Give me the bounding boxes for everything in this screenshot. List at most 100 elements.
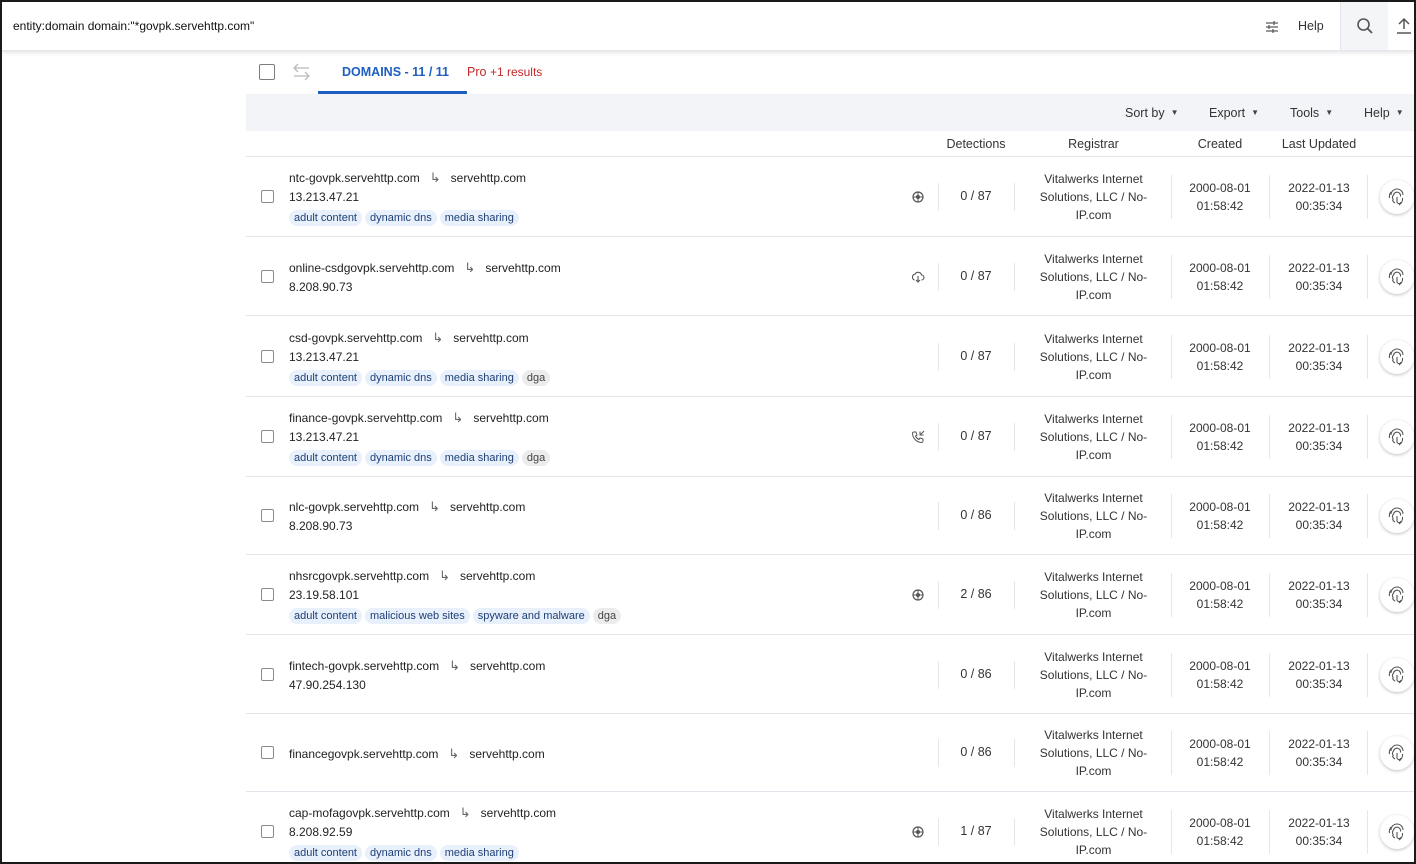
row-checkbox[interactable] — [261, 509, 274, 522]
tag-chip[interactable]: dynamic dns — [365, 370, 437, 386]
tag-chip[interactable]: adult content — [289, 370, 362, 386]
ip-address[interactable]: 8.208.90.73 — [289, 280, 352, 294]
ip-address[interactable]: 13.213.47.21 — [289, 190, 359, 204]
column-detections[interactable]: Detections — [938, 137, 1014, 151]
parent-domain-link[interactable]: servehttp.com — [473, 411, 548, 425]
parent-domain-link[interactable]: servehttp.com — [469, 747, 544, 761]
fingerprint-icon[interactable] — [1380, 499, 1414, 533]
detections-value[interactable]: 0 / 87 — [938, 349, 1014, 363]
table-row[interactable]: cap-mofagovpk.servehttp.com ↳ servehttp.co… — [246, 792, 1414, 862]
swap-arrows-icon[interactable] — [293, 62, 311, 82]
tag-chip[interactable]: dynamic dns — [365, 450, 437, 466]
help-link[interactable]: Help — [1298, 19, 1324, 33]
tag-chip[interactable]: media sharing — [439, 845, 519, 861]
fingerprint-icon[interactable] — [1380, 736, 1414, 770]
tag-chip[interactable]: adult content — [289, 450, 362, 466]
table-row[interactable]: nhsrcgovpk.servehttp.com ↳ servehttp.com 23… — [246, 555, 1414, 635]
column-last-updated[interactable]: Last Updated — [1272, 137, 1366, 151]
search-input[interactable]: entity:domain domain:"*govpk.servehttp.c… — [13, 19, 254, 33]
detections-value[interactable]: 1 / 87 — [938, 824, 1014, 838]
fingerprint-icon[interactable] — [1380, 578, 1414, 612]
table-row[interactable]: nlc-govpk.servehttp.com ↳ servehttp.com 8.2… — [246, 477, 1414, 555]
tools-dropdown[interactable]: Tools ▼ — [1290, 106, 1333, 120]
detections-value[interactable]: 0 / 86 — [938, 667, 1014, 681]
row-checkbox[interactable] — [261, 350, 274, 363]
parent-domain-link[interactable]: servehttp.com — [450, 500, 525, 514]
domain-link[interactable]: financegovpk.servehttp.com — [289, 747, 438, 761]
ip-address[interactable]: 23.19.58.101 — [289, 588, 359, 602]
results-tabs: DOMAINS - 11 / 11 Pro +1 results — [246, 51, 1414, 94]
fingerprint-icon[interactable] — [1380, 815, 1414, 849]
detections-value[interactable]: 0 / 86 — [938, 745, 1014, 759]
ip-address[interactable]: 13.213.47.21 — [289, 350, 359, 364]
row-checkbox[interactable] — [261, 746, 274, 759]
tag-chip[interactable]: dga — [521, 450, 551, 466]
tag-chip[interactable]: media sharing — [439, 370, 519, 386]
parent-domain-link[interactable]: servehttp.com — [460, 569, 535, 583]
parent-domain-link[interactable]: servehttp.com — [470, 659, 545, 673]
table-row[interactable]: csd-govpk.servehttp.com ↳ servehttp.com 13.… — [246, 316, 1414, 397]
export-dropdown[interactable]: Export ▼ — [1209, 106, 1259, 120]
fingerprint-icon[interactable] — [1380, 658, 1414, 692]
column-created[interactable]: Created — [1172, 137, 1268, 151]
row-checkbox[interactable] — [261, 430, 274, 443]
ip-address[interactable]: 8.208.92.59 — [289, 825, 352, 839]
domain-link[interactable]: csd-govpk.servehttp.com — [289, 331, 422, 345]
tab-domains[interactable]: DOMAINS - 11 / 11 — [318, 51, 467, 94]
updated-date: 2022-01-13 — [1288, 261, 1350, 275]
fingerprint-icon[interactable] — [1380, 180, 1414, 214]
ip-address[interactable]: 47.90.254.130 — [289, 678, 366, 692]
detections-value[interactable]: 0 / 86 — [938, 508, 1014, 522]
domain-link[interactable]: cap-mofagovpk.servehttp.com — [289, 806, 450, 820]
tag-chip[interactable]: media sharing — [439, 210, 519, 226]
domain-link[interactable]: finance-govpk.servehttp.com — [289, 411, 442, 425]
help-dropdown[interactable]: Help ▼ — [1364, 106, 1404, 120]
parent-domain-link[interactable]: servehttp.com — [485, 261, 560, 275]
table-row[interactable]: ntc-govpk.servehttp.com ↳ servehttp.com 13.… — [246, 157, 1414, 237]
upload-icon[interactable] — [1396, 17, 1412, 35]
parent-domain-link[interactable]: servehttp.com — [451, 171, 526, 185]
table-row[interactable]: online-csdgovpk.servehttp.com ↳ servehttp.… — [246, 237, 1414, 316]
tag-chip[interactable]: adult content — [289, 210, 362, 226]
table-row[interactable]: financegovpk.servehttp.com ↳ servehttp.com… — [246, 714, 1414, 792]
domain-link[interactable]: fintech-govpk.servehttp.com — [289, 659, 439, 673]
column-registrar[interactable]: Registrar — [1031, 137, 1156, 151]
row-checkbox[interactable] — [261, 190, 274, 203]
table-row[interactable]: fintech-govpk.servehttp.com ↳ servehttp.co… — [246, 635, 1414, 714]
ip-address[interactable]: 13.213.47.21 — [289, 430, 359, 444]
fingerprint-icon[interactable] — [1380, 260, 1414, 294]
ip-address[interactable]: 8.208.90.73 — [289, 519, 352, 533]
tag-chip[interactable]: malicious web sites — [365, 608, 470, 624]
domain-link[interactable]: nlc-govpk.servehttp.com — [289, 500, 419, 514]
parent-domain-link[interactable]: servehttp.com — [481, 806, 556, 820]
tag-chip[interactable]: dga — [521, 370, 551, 386]
fingerprint-icon[interactable] — [1380, 420, 1414, 454]
tag-chip[interactable]: dynamic dns — [365, 845, 437, 861]
sliders-icon[interactable] — [1264, 19, 1280, 35]
domain-link[interactable]: nhsrcgovpk.servehttp.com — [289, 569, 429, 583]
domain-link[interactable]: online-csdgovpk.servehttp.com — [289, 261, 454, 275]
parent-domain-link[interactable]: servehttp.com — [453, 331, 528, 345]
tag-chip[interactable]: adult content — [289, 845, 362, 861]
tag-chip[interactable]: adult content — [289, 608, 362, 624]
fingerprint-icon[interactable] — [1380, 340, 1414, 374]
detections-value[interactable]: 0 / 87 — [938, 269, 1014, 283]
export-label: Export — [1209, 106, 1246, 120]
select-all-checkbox[interactable] — [259, 64, 275, 80]
detections-value[interactable]: 2 / 86 — [938, 587, 1014, 601]
search-button[interactable] — [1340, 2, 1388, 50]
tab-pro-results[interactable]: Pro +1 results — [467, 65, 542, 79]
sort-by-dropdown[interactable]: Sort by ▼ — [1125, 106, 1179, 120]
detections-value[interactable]: 0 / 87 — [938, 189, 1014, 203]
row-checkbox[interactable] — [261, 668, 274, 681]
row-checkbox[interactable] — [261, 270, 274, 283]
table-row[interactable]: finance-govpk.servehttp.com ↳ servehttp.co… — [246, 397, 1414, 477]
detections-value[interactable]: 0 / 87 — [938, 429, 1014, 443]
tag-chip[interactable]: media sharing — [439, 450, 519, 466]
tag-chip[interactable]: spyware and malware — [472, 608, 590, 624]
row-checkbox[interactable] — [261, 825, 274, 838]
row-checkbox[interactable] — [261, 588, 274, 601]
domain-link[interactable]: ntc-govpk.servehttp.com — [289, 171, 420, 185]
tag-chip[interactable]: dynamic dns — [365, 210, 437, 226]
tag-chip[interactable]: dga — [592, 608, 622, 624]
